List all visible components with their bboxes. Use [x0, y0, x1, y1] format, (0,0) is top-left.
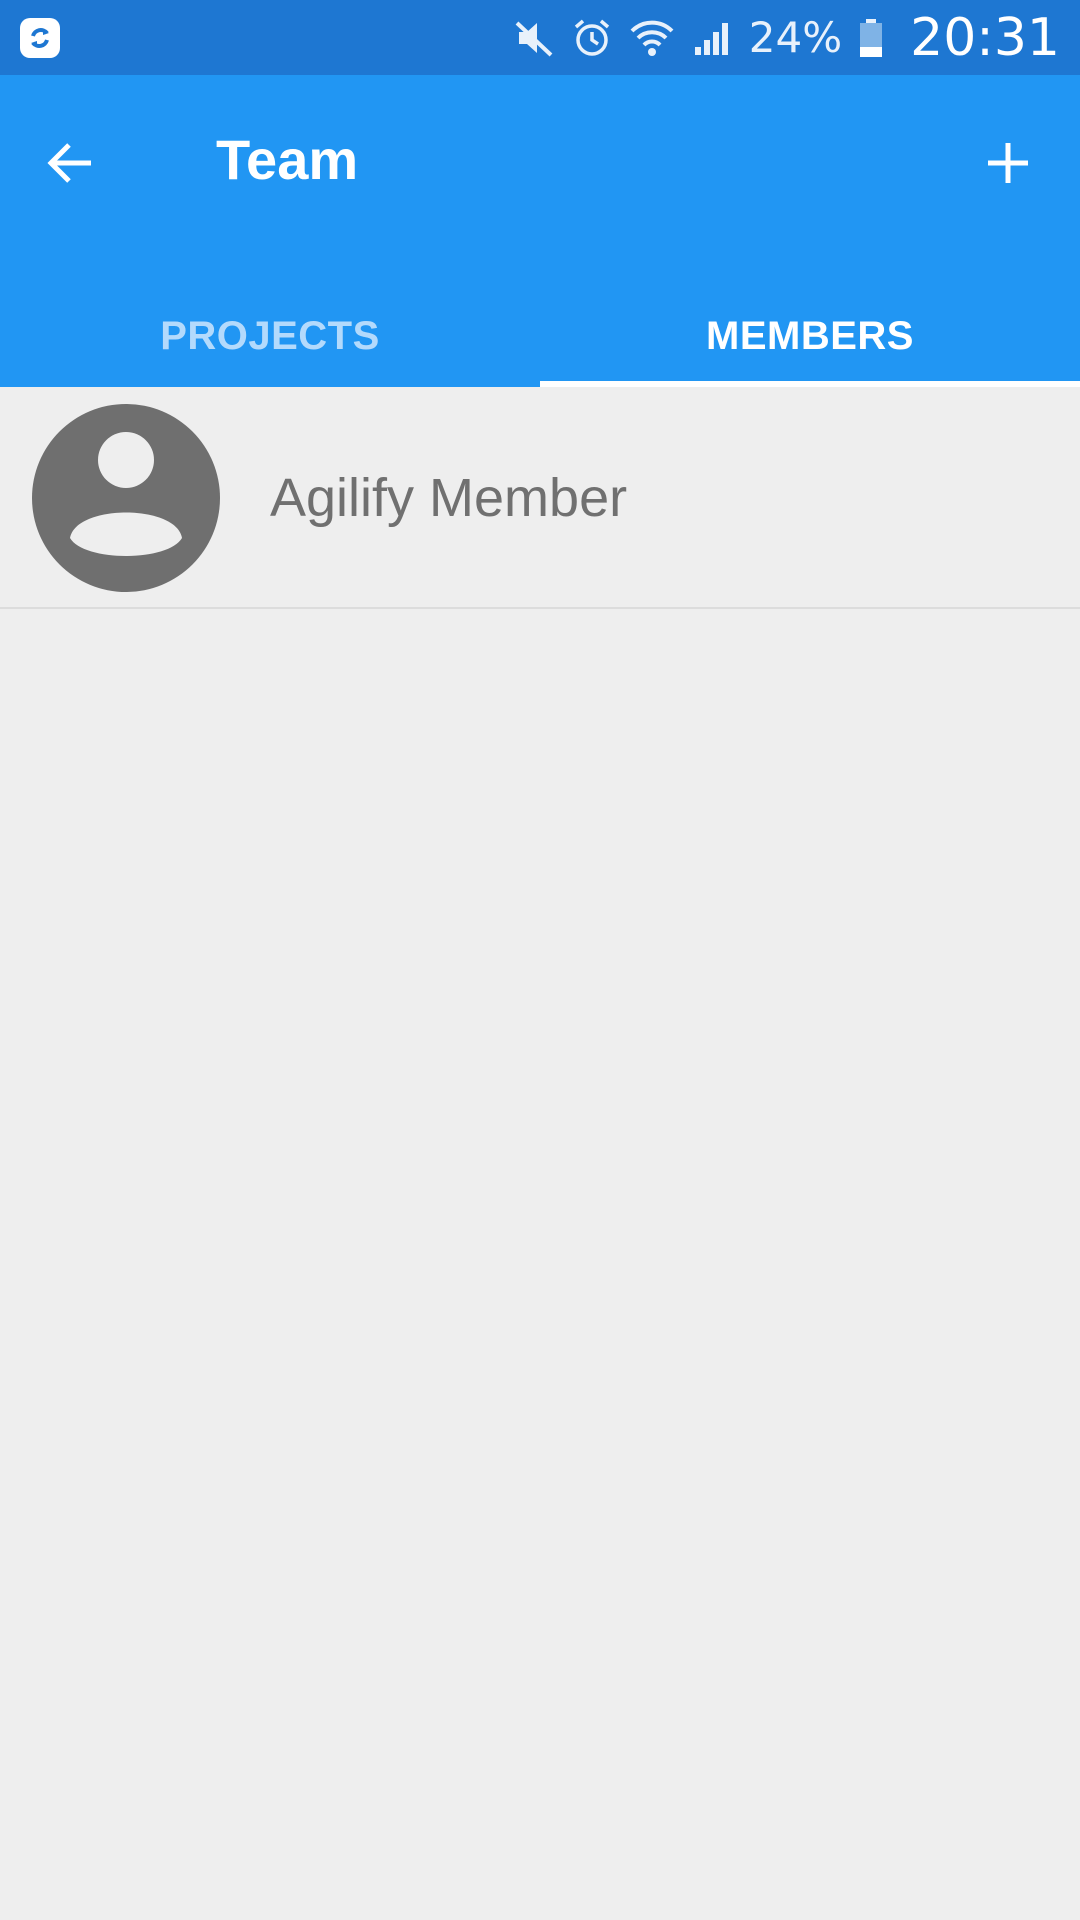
mute-icon [513, 17, 555, 59]
list-item[interactable]: Agilify Member [0, 387, 1080, 609]
app-bar: Team PROJECTS MEMBERS [0, 75, 1080, 387]
notification-area [20, 18, 60, 58]
status-icons: 24% 20:31 [513, 0, 1060, 75]
tab-bar: PROJECTS MEMBERS [0, 285, 1080, 387]
member-name: Agilify Member [270, 468, 628, 528]
plus-icon [984, 139, 1032, 192]
tab-members[interactable]: MEMBERS [540, 285, 1080, 387]
page-title: Team [216, 128, 359, 191]
add-member-button[interactable] [968, 125, 1048, 205]
status-bar: 24% 20:31 [0, 0, 1080, 75]
signal-icon [691, 17, 733, 59]
tab-projects[interactable]: PROJECTS [0, 285, 540, 387]
back-button[interactable] [30, 125, 110, 205]
arrow-back-icon [43, 136, 97, 195]
wifi-icon [629, 17, 675, 59]
members-list: Agilify Member [0, 387, 1080, 609]
sync-app-icon [20, 18, 60, 58]
person-avatar-icon [32, 404, 220, 592]
alarm-icon [571, 17, 613, 59]
clock: 20:31 [910, 7, 1060, 68]
battery-icon [858, 17, 884, 59]
battery-percent: 24% [748, 13, 843, 62]
